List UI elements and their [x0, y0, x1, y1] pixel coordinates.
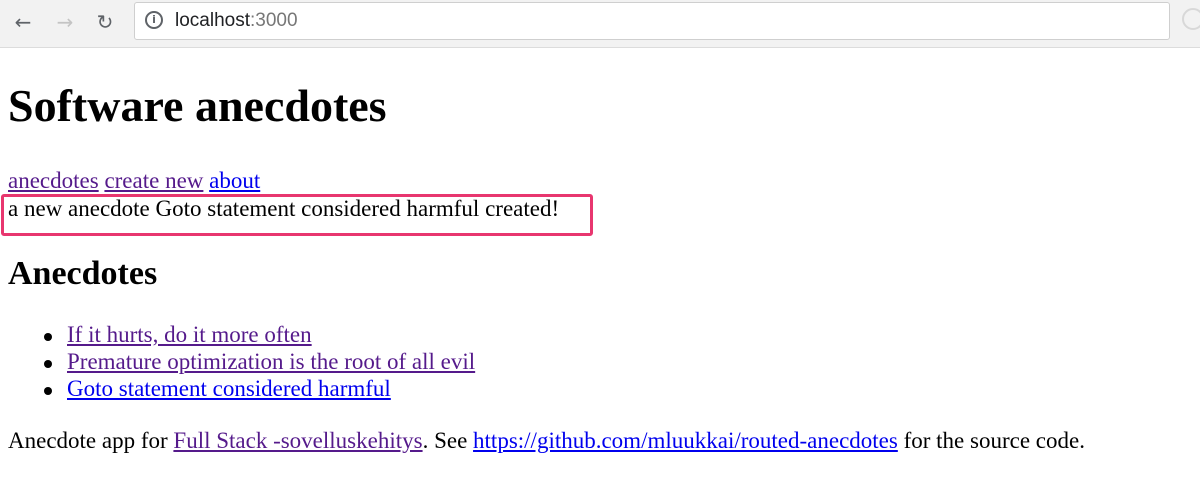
forward-button[interactable]: → — [50, 7, 80, 37]
browser-toolbar: ← → ↻ i localhost:3000 — [0, 0, 1200, 48]
nav-menu: anecdotes create new about — [8, 168, 260, 194]
info-icon[interactable]: i — [145, 11, 163, 29]
footer: Anecdote app for Full Stack -sovelluskeh… — [8, 428, 1085, 454]
address-bar[interactable]: i localhost:3000 — [134, 2, 1170, 40]
list-item: Premature optimization is the root of al… — [8, 349, 475, 376]
arrow-right-icon: → — [56, 10, 74, 34]
bullet-icon — [44, 360, 52, 368]
anecdote-link[interactable]: Premature optimization is the root of al… — [67, 349, 475, 374]
anecdote-link[interactable]: Goto statement considered harmful — [67, 376, 391, 401]
footer-middle: . See — [422, 428, 474, 453]
repo-link[interactable]: https://github.com/mluukkai/routed-anecd… — [473, 428, 898, 453]
list-item: Goto statement considered harmful — [8, 376, 475, 403]
page-title: Software anecdotes — [8, 80, 387, 131]
back-button[interactable]: ← — [8, 7, 38, 37]
anecdote-list: If it hurts, do it more often Premature … — [8, 322, 475, 403]
course-link[interactable]: Full Stack -sovelluskehitys — [173, 428, 422, 453]
bullet-icon — [44, 333, 52, 341]
anecdotes-heading: Anecdotes — [8, 255, 158, 292]
menu-link-create-new[interactable]: create new — [104, 168, 203, 193]
footer-prefix: Anecdote app for — [8, 428, 174, 453]
anecdote-link[interactable]: If it hurts, do it more often — [67, 322, 312, 347]
reload-icon: ↻ — [96, 10, 114, 34]
list-item: If it hurts, do it more often — [8, 322, 475, 349]
address-host: localhost — [175, 10, 250, 31]
bullet-icon — [44, 387, 52, 395]
footer-suffix: for the source code. — [897, 428, 1085, 453]
notification-highlight-box — [1, 194, 593, 236]
address-url[interactable]: localhost:3000 — [175, 10, 298, 32]
address-port: :3000 — [250, 10, 298, 31]
extension-icon[interactable] — [1182, 8, 1200, 30]
arrow-left-icon: ← — [14, 10, 32, 34]
menu-link-about[interactable]: about — [209, 168, 260, 193]
menu-link-anecdotes[interactable]: anecdotes — [8, 168, 99, 193]
reload-button[interactable]: ↻ — [90, 7, 120, 37]
